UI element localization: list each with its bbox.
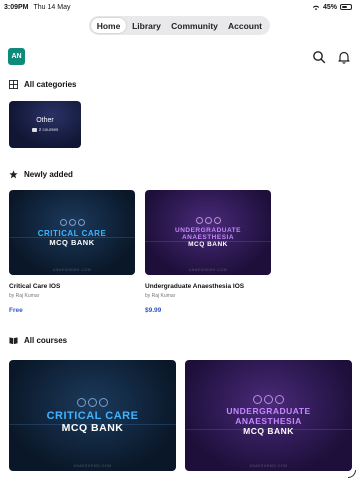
category-card-other[interactable]: Other 2 courses: [9, 101, 81, 148]
course-title[interactable]: Undergraduate Anaesthesia IOS: [145, 283, 244, 290]
ecg-line: [9, 424, 176, 426]
thumb-title: UNDERGRADUATE ANAESTHESIA: [226, 405, 311, 426]
category-count: 2 courses: [31, 127, 59, 132]
heart-icon: [77, 397, 86, 407]
star-icon: [9, 170, 18, 179]
heart-icon: [253, 394, 262, 404]
app-logo-text: AN: [11, 53, 22, 60]
tab-library[interactable]: Library: [126, 18, 167, 33]
badge-icons: [77, 397, 108, 407]
status-date: Thu 14 May: [33, 3, 71, 11]
tab-account[interactable]: Account: [222, 18, 268, 33]
badge-icons: [59, 218, 85, 226]
main-nav: Home Library Community Account: [89, 16, 270, 35]
pulse-icon: [204, 216, 212, 224]
book-icon: [9, 337, 18, 345]
heart-icon: [59, 218, 67, 226]
heart-icon: [195, 216, 203, 224]
ecg-line: [185, 428, 352, 430]
thumb-title: UNDERGRADUATE ANAESTHESIA: [175, 226, 241, 241]
category-title: Other: [36, 117, 54, 124]
status-time: 3:09PM: [4, 3, 29, 11]
refresh-indicator-icon: [348, 470, 356, 478]
shield-icon: [213, 216, 221, 224]
watermark: ANAESHEMO.COM: [249, 464, 288, 468]
battery-percent: 45%: [322, 3, 337, 11]
course-thumb-critical-care[interactable]: CRITICAL CARE MCQ BANK ANAESHEMO.COM: [9, 360, 176, 471]
watermark: ANAESHEMO.COM: [188, 268, 227, 272]
course-price: Free: [9, 307, 23, 314]
section-all-categories: All categories: [9, 80, 76, 89]
course-thumb-undergraduate-anaesthesia[interactable]: UNDERGRADUATE ANAESTHESIA MCQ BANK ANAES…: [145, 190, 271, 275]
ecg-line: [9, 236, 135, 238]
tab-community[interactable]: Community: [167, 18, 222, 33]
thumb-subtitle: MCQ BANK: [49, 237, 95, 247]
ecg-line: [145, 241, 271, 242]
search-icon[interactable]: [312, 50, 326, 64]
app-logo: AN: [8, 48, 25, 65]
badge-icons: [253, 394, 284, 404]
watermark: ANAESHEMO.COM: [73, 464, 112, 468]
thumb-subtitle: MCQ BANK: [61, 421, 124, 434]
section-title: All courses: [24, 336, 68, 345]
pulse-icon: [264, 394, 273, 404]
pulse-icon: [88, 397, 97, 407]
wifi-icon: [312, 5, 320, 10]
thumb-subtitle: MCQ BANK: [188, 241, 228, 249]
section-all-courses: All courses: [9, 336, 67, 345]
tab-home[interactable]: Home: [91, 18, 126, 33]
watermark: ANAESHEMO.COM: [52, 268, 91, 272]
shield-icon: [77, 218, 85, 226]
thumb-title: CRITICAL CARE: [46, 409, 139, 422]
course-thumb-undergraduate-anaesthesia[interactable]: UNDERGRADUATE ANAESTHESIA MCQ BANK ANAES…: [185, 360, 352, 471]
category-count-text: 2 courses: [38, 127, 59, 132]
folder-icon: [31, 127, 37, 132]
shield-icon: [275, 394, 284, 404]
grid-icon: [9, 80, 18, 89]
section-title: All categories: [24, 80, 77, 89]
course-thumb-critical-care[interactable]: CRITICAL CARE MCQ BANK ANAESHEMO.COM: [9, 190, 135, 275]
section-title: Newly added: [24, 170, 73, 179]
course-title[interactable]: Critical Care IOS: [9, 283, 60, 290]
course-author: by Raj Kumar: [9, 293, 40, 299]
thumb-subtitle: MCQ BANK: [243, 426, 294, 437]
section-newly-added: Newly added: [9, 170, 73, 179]
status-bar: 3:09PM Thu 14 May 45%: [0, 0, 360, 14]
battery-icon: [340, 4, 352, 10]
pulse-icon: [68, 218, 76, 226]
badge-icons: [195, 216, 221, 224]
course-author: by Raj Kumar: [145, 293, 176, 299]
course-price: $9.99: [145, 307, 162, 314]
bell-icon[interactable]: [337, 50, 351, 64]
shield-icon: [99, 397, 108, 407]
